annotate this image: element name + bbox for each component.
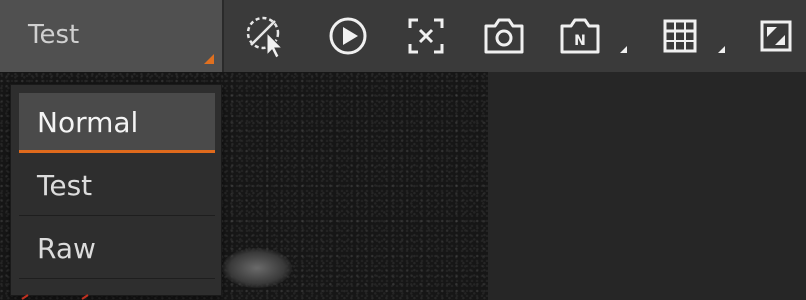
camera-n-icon[interactable]: N [552, 8, 608, 64]
fit-screen-icon[interactable] [398, 8, 454, 64]
mode-select-label: Test [28, 20, 80, 50]
camera-icon[interactable] [476, 8, 532, 64]
mode-select[interactable]: Test [0, 0, 224, 72]
svg-text:N: N [574, 33, 586, 49]
play-icon[interactable] [320, 8, 376, 64]
side-panel [488, 72, 806, 300]
image-feature [222, 248, 292, 288]
toolbar: Test N [0, 0, 806, 72]
select-off-icon[interactable] [238, 8, 294, 64]
mode-dropdown-menu: Normal Test Raw [10, 84, 222, 296]
grid-dropdown-icon[interactable] [718, 46, 725, 53]
mode-option-test[interactable]: Test [19, 156, 215, 216]
mode-option-raw[interactable]: Raw [19, 219, 215, 279]
mode-option-normal[interactable]: Normal [19, 93, 215, 153]
decorative-marks [21, 294, 89, 300]
mode-select-corner-icon [204, 54, 214, 64]
grid-icon[interactable] [652, 8, 708, 64]
fullscreen-icon[interactable] [748, 8, 804, 64]
camera-n-dropdown-icon[interactable] [620, 46, 627, 53]
